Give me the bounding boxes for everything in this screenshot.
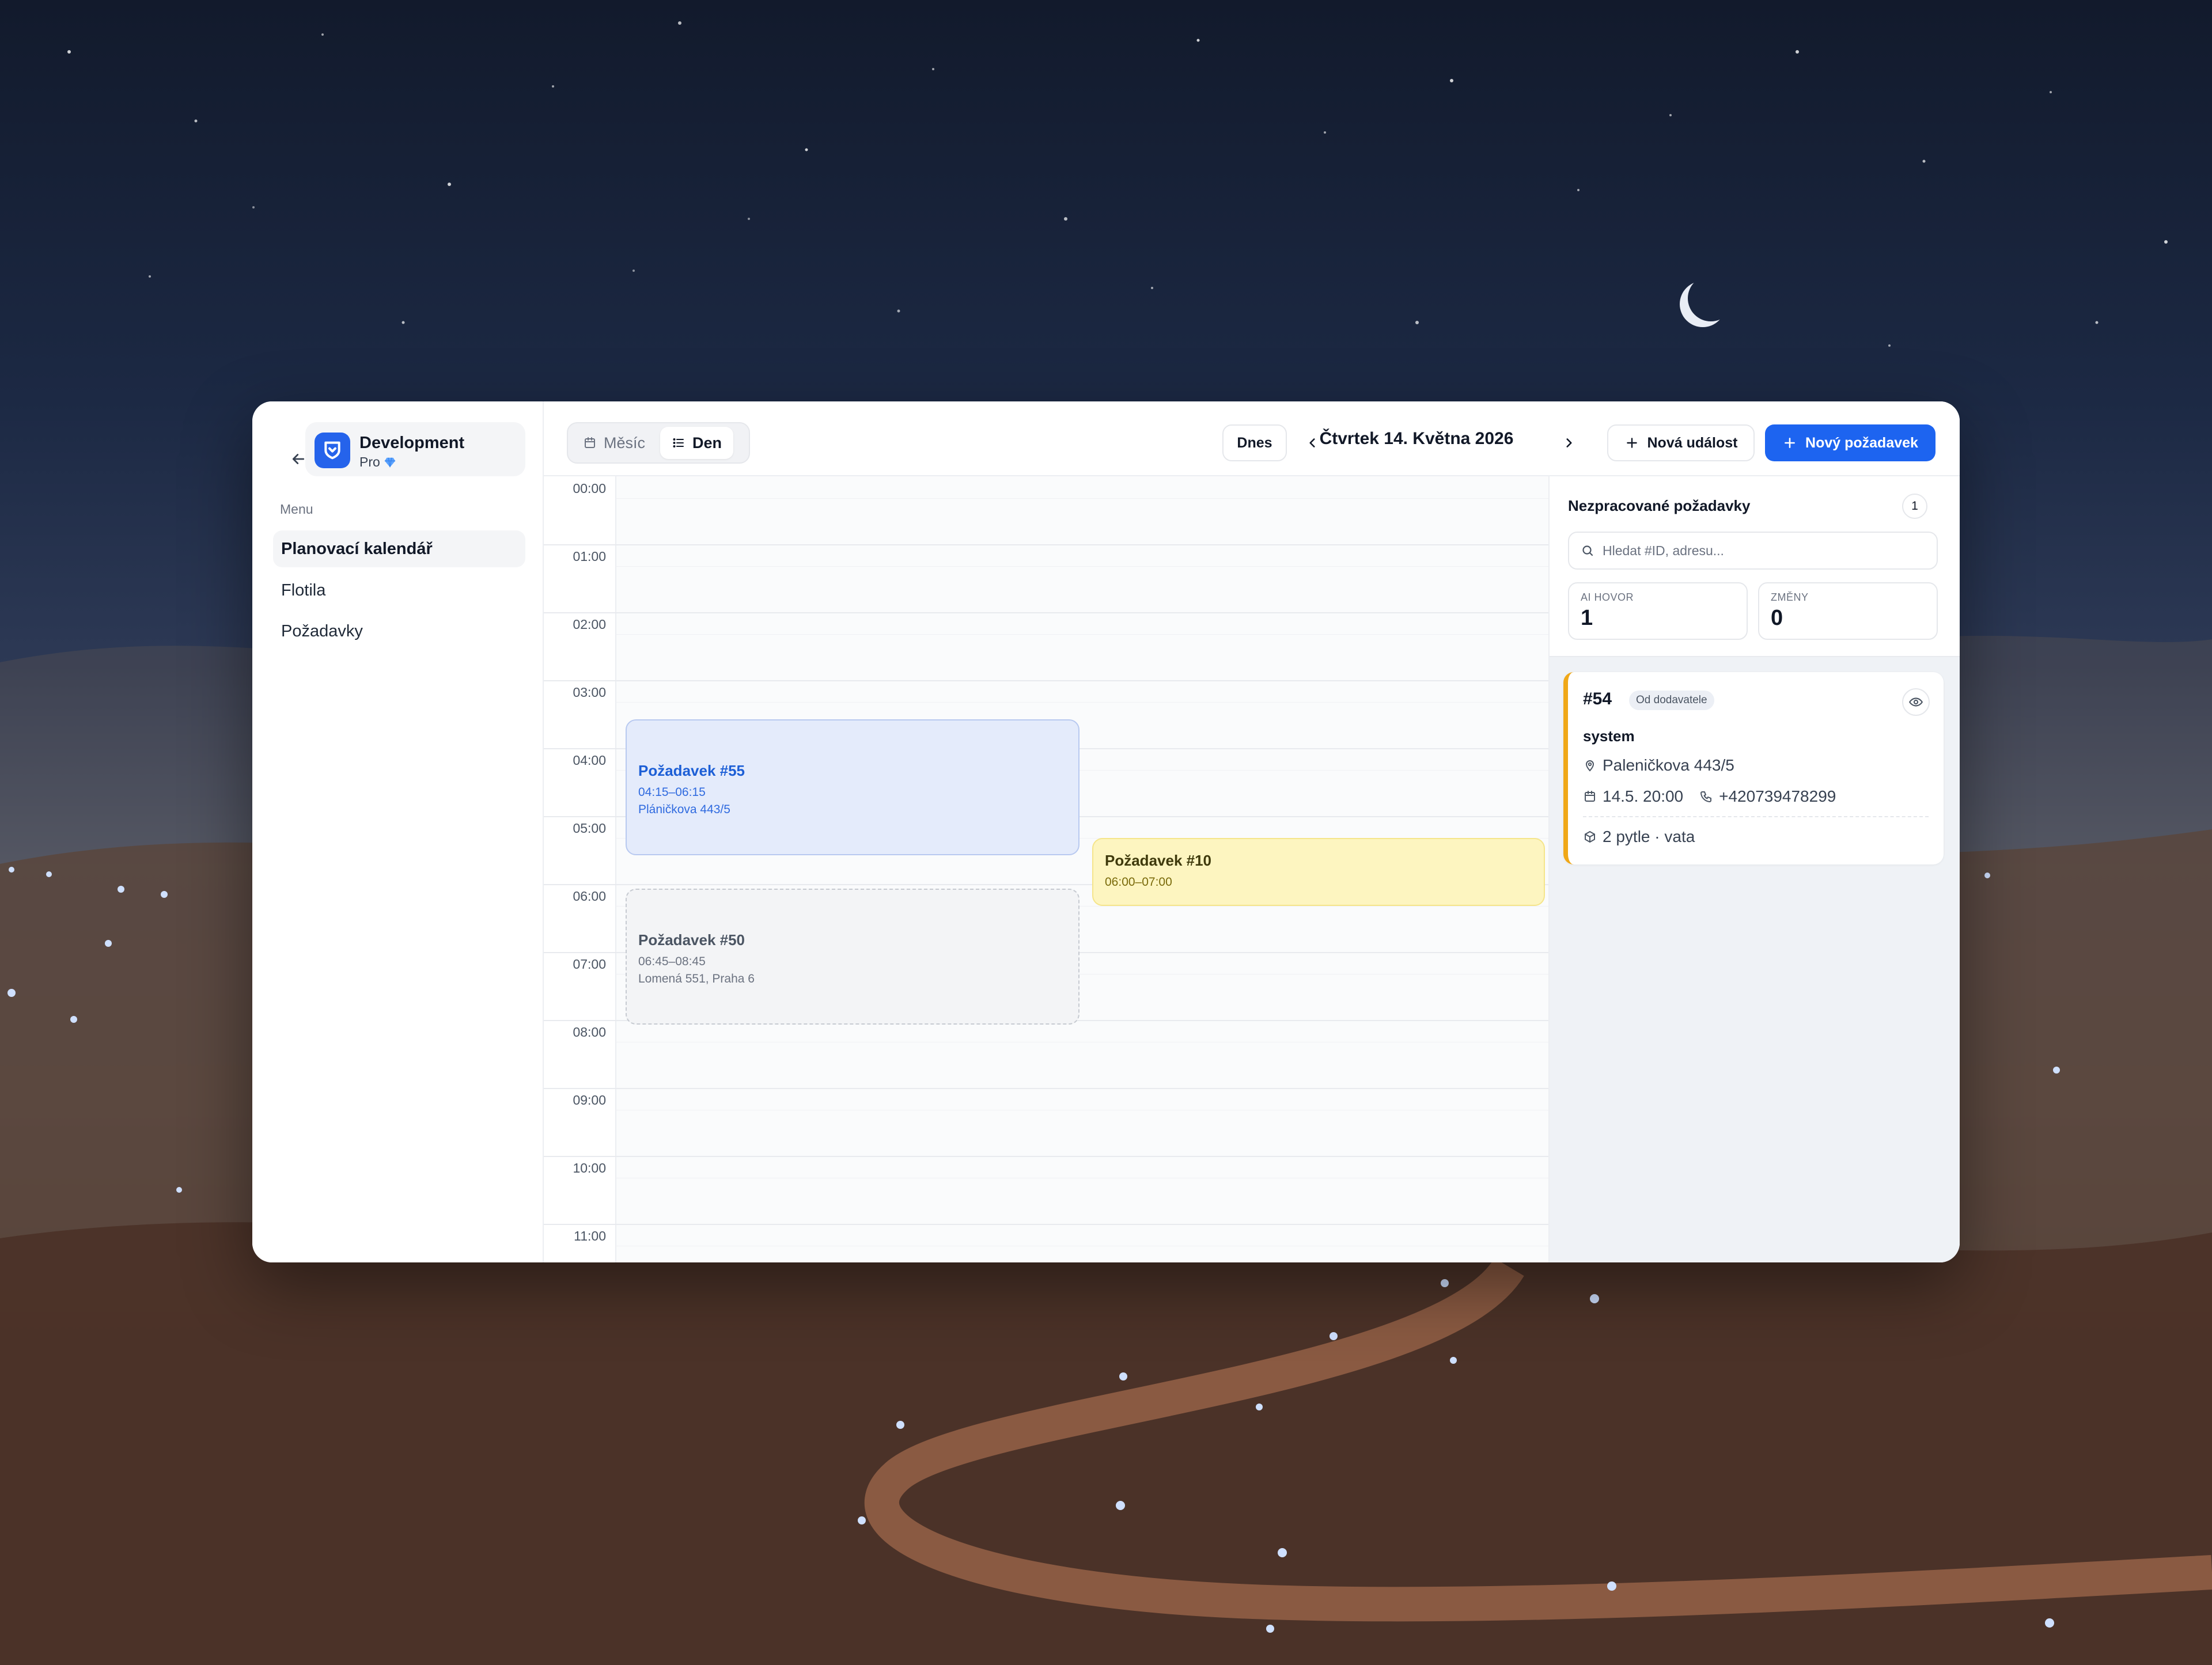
new-event-button[interactable]: Nová událost [1607,424,1755,461]
diamond-icon [384,457,395,467]
org-switcher[interactable]: Development Pro [305,422,525,476]
request-items: 2 pytle · vata [1603,828,1695,845]
hour-label: 09:00 [573,1093,606,1108]
new-request-button[interactable]: Nový požadavek [1765,424,1936,461]
hour-label: 03:00 [573,685,606,700]
eye-icon [1909,697,1923,707]
event-grid: Požadavek #55 04:15–06:15 Pláničkova 443… [616,476,1548,1262]
stat-label: ZMĚNY [1771,591,1809,603]
card-divider [1583,816,1929,817]
view-day-label: Den [692,434,722,452]
event-time: 06:00–07:00 [1105,875,1172,889]
package-icon [1585,831,1595,843]
request-items-row: 2 pytle · vata [1583,828,1695,846]
sidebar-item-fleet[interactable]: Flotila [273,572,525,609]
arrow-left-icon [292,454,305,464]
calendar-icon [585,437,595,448]
view-day-button[interactable]: Den [660,427,734,459]
calendar-event[interactable]: Požadavek #55 04:15–06:15 Pláničkova 443… [626,719,1080,855]
org-name: Development [359,434,465,452]
sidebar-item-calendar[interactable]: Planovací kalendář [273,530,525,567]
event-time: 06:45–08:45 [638,955,706,968]
event-time: 04:15–06:15 [638,786,706,799]
stat-ai-call[interactable]: AI HOVOR 1 [1568,582,1748,640]
shield-logo-icon [324,441,340,460]
calendar-icon [1585,791,1595,802]
menu-section-label: Menu [280,502,313,517]
view-month-button[interactable]: Měsíc [571,427,657,459]
hour-label: 04:00 [573,753,606,768]
event-title: Požadavek #10 [1105,852,1212,869]
org-plan: Pro [359,454,396,470]
today-button[interactable]: Dnes [1222,424,1287,461]
chevron-right-icon [1566,438,1572,447]
hour-label: 00:00 [573,481,606,496]
stat-label: AI HOVOR [1581,591,1634,603]
stat-changes[interactable]: ZMĚNY 0 [1758,582,1938,640]
hour-label: 10:00 [573,1160,606,1175]
map-pin-icon [1585,760,1594,772]
list-icon [673,438,684,447]
event-title: Požadavek #55 [638,762,745,779]
request-phone: +420739478299 [1719,787,1836,805]
view-month-label: Měsíc [604,434,646,452]
new-event-label: Nová událost [1647,434,1738,451]
calendar-event[interactable]: Požadavek #10 06:00–07:00 [1092,838,1545,906]
request-meta-row: 14.5. 20:00 +420739478299 [1583,787,1836,806]
search-icon [1582,545,1593,556]
search-input[interactable] [1603,543,1925,559]
toolbar: Měsíc Den Dnes Čtvrtek 14. Května 2026 N… [544,401,1960,476]
unprocessed-requests-panel: Nezpracované požadavky 1 AI HOVOR 1 ZMĚN… [1548,476,1960,1262]
sidebar: Development Pro Menu Planovací kalendář … [252,401,543,1262]
calendar-event[interactable]: Požadavek #50 06:45–08:45 Lomená 551, Pr… [626,889,1080,1025]
app-window: Development Pro Menu Planovací kalendář … [252,401,1960,1262]
org-logo [315,433,350,468]
stat-value: 0 [1771,606,1783,630]
main-content: Měsíc Den Dnes Čtvrtek 14. Května 2026 N… [543,401,1960,1262]
panel-header: Nezpracované požadavky 1 AI HOVOR 1 ZMĚN… [1550,476,1960,657]
preview-button[interactable] [1902,688,1930,716]
source-badge: Od dodavatele [1629,691,1714,710]
moon [1688,275,1734,321]
plus-icon [1626,438,1637,448]
new-request-label: Nový požadavek [1805,434,1918,451]
time-column: 00:00 01:00 02:00 03:00 04:00 05:00 06:0… [544,476,616,1262]
event-address: Lomená 551, Praha 6 [638,972,755,985]
sidebar-item-requests[interactable]: Požadavky [273,613,525,650]
hour-label: 02:00 [573,617,606,632]
hour-label: 11:00 [574,1228,606,1243]
request-search[interactable] [1568,532,1938,570]
current-date-title: Čtvrtek 14. Května 2026 [1319,429,1514,448]
request-count-badge: 1 [1902,494,1927,519]
hour-label: 05:00 [573,821,606,836]
requester-name: system [1583,727,1635,745]
phone-icon [1700,791,1712,802]
next-day-button[interactable] [1553,427,1585,459]
request-card[interactable]: #54 Od dodavatele system Paleničkova 443… [1563,672,1944,864]
hour-label: 07:00 [573,957,606,972]
panel-title: Nezpracované požadavky [1568,497,1751,514]
hour-label: 08:00 [573,1025,606,1040]
org-plan-label: Pro [359,454,380,469]
view-toggle: Měsíc Den [567,422,750,464]
request-datetime: 14.5. 20:00 [1603,787,1684,805]
request-id: #54 [1583,689,1612,708]
request-address-row: Paleničkova 443/5 [1583,756,1734,775]
hour-label: 06:00 [573,889,606,904]
hour-label: 01:00 [573,549,606,564]
day-calendar: 00:00 01:00 02:00 03:00 04:00 05:00 06:0… [544,476,1548,1262]
event-title: Požadavek #50 [638,931,745,949]
plus-icon [1785,438,1795,448]
stat-value: 1 [1581,606,1593,630]
request-address: Paleničkova 443/5 [1603,756,1734,774]
event-address: Pláničkova 443/5 [638,803,730,816]
